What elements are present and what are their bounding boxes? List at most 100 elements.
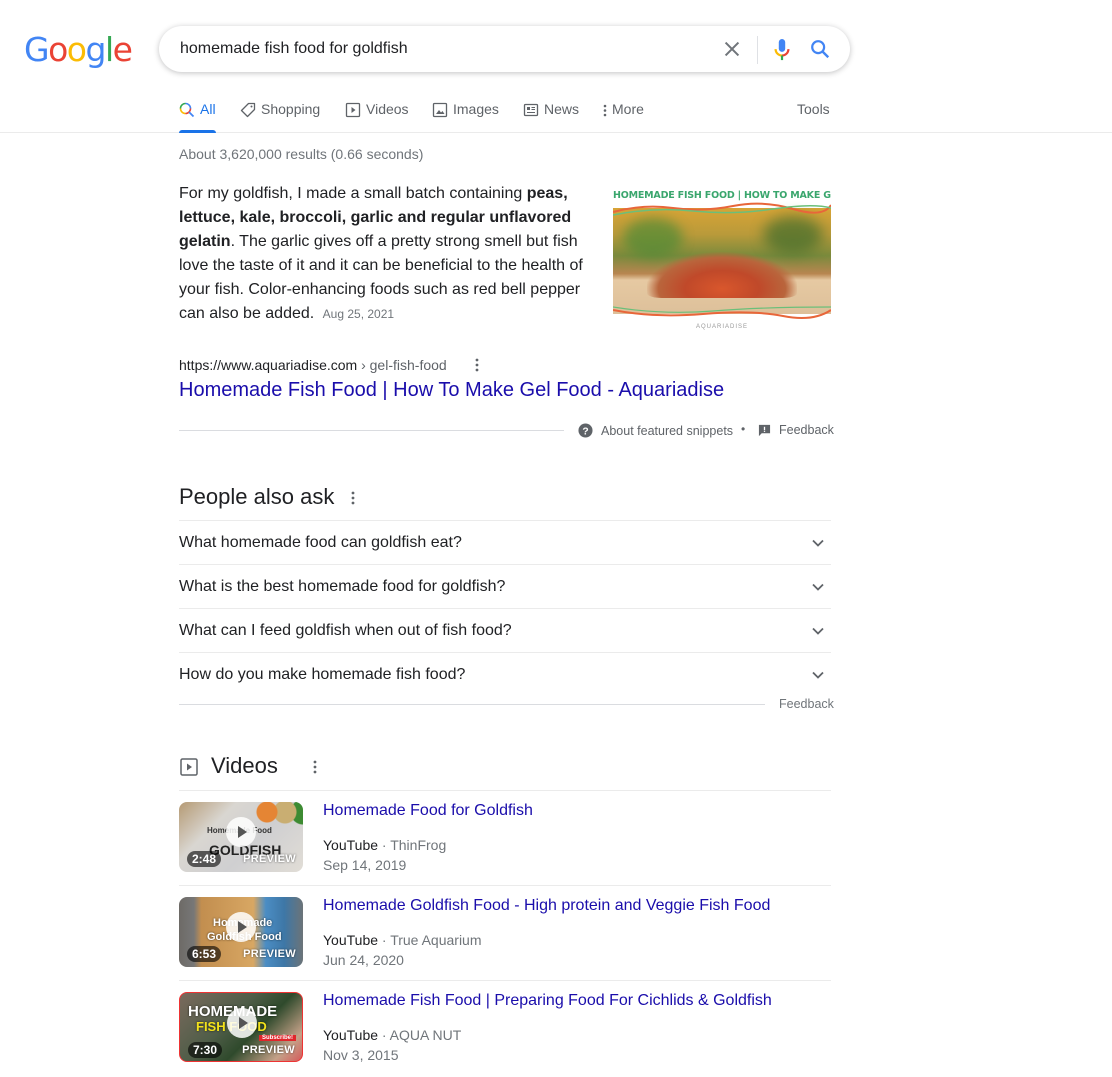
tab-label: Images	[453, 101, 499, 117]
tab-shopping[interactable]: Shopping	[240, 90, 320, 132]
result-url[interactable]: https://www.aquariadise.com › gel-fish-f…	[179, 357, 447, 373]
video-platform: YouTube	[323, 837, 379, 853]
video-result[interactable]: HOMEMADE FISH FOOD Subscribe! 7:30 PREVI…	[179, 980, 831, 1075]
logo-letter: G	[24, 30, 50, 69]
decorative-wave	[613, 306, 831, 319]
video-results: Homemade Food GOLDFISH 2:48 PREVIEW Home…	[179, 790, 831, 1075]
videos-heading: Videos	[211, 753, 278, 778]
paa-question[interactable]: How do you make homemade fish food?	[179, 652, 831, 696]
image-icon	[432, 102, 448, 118]
video-result[interactable]: Homemade Goldfish Food 6:53 PREVIEW Home…	[179, 885, 831, 980]
people-also-ask-heading: People also ask	[179, 484, 335, 509]
snippet-image-caption: HOMEMADE FISH FOOD | HOW TO MAKE GEL FOO…	[613, 190, 831, 201]
search-icon	[179, 102, 195, 118]
close-icon[interactable]	[721, 38, 743, 60]
video-result[interactable]: Homemade Food GOLDFISH 2:48 PREVIEW Home…	[179, 790, 831, 885]
video-channel: · ThinFrog	[378, 837, 447, 853]
cite-breadcrumb: › gel-fish-food	[357, 357, 447, 373]
video-date: Jun 24, 2020	[323, 952, 404, 968]
help-icon: ?	[578, 423, 593, 438]
play-icon	[226, 817, 256, 847]
video-source: YouTube · AQUA NUT	[323, 1027, 461, 1043]
video-duration: 7:30	[188, 1042, 223, 1058]
divider	[179, 704, 765, 705]
video-thumbnail[interactable]: Homemade Food GOLDFISH 2:48 PREVIEW	[179, 802, 303, 872]
video-title-link[interactable]: Homemade Goldfish Food - High protein an…	[323, 897, 770, 915]
newspaper-icon	[523, 103, 539, 117]
microphone-icon[interactable]	[771, 37, 793, 63]
video-source: YouTube · True Aquarium	[323, 932, 482, 948]
tab-all[interactable]: All	[179, 90, 216, 133]
logo-letter: g	[85, 30, 106, 69]
about-featured-snippets-link[interactable]: ? About featured snippets	[578, 423, 733, 438]
play-box-icon	[345, 102, 361, 118]
tab-more[interactable]: More	[602, 90, 644, 132]
feedback-label: Feedback	[779, 423, 834, 437]
tab-videos[interactable]: Videos	[345, 90, 409, 132]
chevron-down-icon	[812, 671, 824, 679]
search-input[interactable]	[180, 26, 700, 72]
search-box	[159, 26, 850, 72]
search-tabs: All Shopping Videos Images News More Too…	[0, 90, 1112, 133]
about-snippets-label: About featured snippets	[601, 423, 734, 438]
more-vert-icon[interactable]	[347, 490, 359, 506]
more-vert-icon[interactable]	[309, 759, 321, 775]
tab-label: More	[612, 101, 644, 117]
paa-feedback-button[interactable]: Feedback	[779, 697, 834, 711]
tag-icon	[240, 102, 256, 118]
logo-letter: o	[66, 30, 87, 69]
snippet-date: Aug 25, 2021	[322, 307, 395, 321]
snippet-text-prefix: For my goldfish, I made a small batch co…	[179, 185, 527, 202]
tab-label: Shopping	[261, 101, 321, 117]
snippet-feedback-button[interactable]: Feedback	[758, 423, 834, 437]
tab-news[interactable]: News	[523, 90, 579, 132]
paa-question[interactable]: What can I feed goldfish when out of fis…	[179, 608, 831, 652]
play-box-icon	[180, 758, 198, 776]
chevron-down-icon	[812, 583, 824, 591]
video-channel: · True Aquarium	[378, 932, 482, 948]
thumb-text: Subscribe!	[258, 1035, 296, 1041]
chevron-down-icon	[812, 539, 824, 547]
video-title-link[interactable]: Homemade Food for Goldfish	[323, 802, 533, 820]
video-title-link[interactable]: Homemade Fish Food | Preparing Food For …	[323, 992, 772, 1010]
more-vert-icon	[603, 104, 607, 117]
video-platform: YouTube	[323, 1027, 379, 1043]
featured-result-title-link[interactable]: Homemade Fish Food | How To Make Gel Foo…	[179, 379, 724, 402]
featured-snippet-image[interactable]: HOMEMADE FISH FOOD | HOW TO MAKE GEL FOO…	[613, 184, 831, 338]
separator-dot: •	[741, 422, 746, 436]
paa-question-text: How do you make homemade fish food?	[179, 665, 466, 683]
feedback-icon	[758, 424, 771, 436]
video-channel: · AQUA NUT	[378, 1027, 462, 1043]
tab-label: All	[200, 101, 216, 117]
paa-question-text: What homemade food can goldfish eat?	[179, 533, 462, 551]
preview-label: PREVIEW	[243, 853, 296, 865]
fish-food-photo	[613, 208, 831, 314]
snippet-image-brand: AQUARIADISE	[695, 324, 748, 330]
video-source: YouTube · ThinFrog	[323, 837, 446, 853]
play-icon	[226, 912, 256, 942]
tools-button[interactable]: Tools	[797, 101, 830, 117]
video-date: Nov 3, 2015	[323, 1047, 399, 1063]
search-icon[interactable]	[809, 38, 831, 60]
google-logo[interactable]: Google	[24, 30, 133, 69]
logo-letter: o	[48, 30, 68, 69]
result-stats: About 3,620,000 results (0.66 seconds)	[179, 146, 424, 162]
people-also-ask-list: What homemade food can goldfish eat? Wha…	[179, 520, 831, 696]
chevron-down-icon	[812, 627, 824, 635]
video-platform: YouTube	[323, 932, 379, 948]
tab-images[interactable]: Images	[432, 90, 499, 132]
preview-label: PREVIEW	[242, 1044, 295, 1056]
decorative-wave	[613, 202, 831, 216]
video-duration: 2:48	[187, 851, 222, 867]
play-icon	[227, 1008, 257, 1038]
video-thumbnail[interactable]: HOMEMADE FISH FOOD Subscribe! 7:30 PREVI…	[179, 992, 303, 1062]
more-vert-icon[interactable]	[471, 357, 483, 373]
featured-snippet-text: For my goldfish, I made a small batch co…	[179, 182, 599, 326]
video-thumbnail[interactable]: Homemade Goldfish Food 6:53 PREVIEW	[179, 897, 303, 967]
tab-label: News	[544, 101, 580, 117]
paa-question[interactable]: What is the best homemade food for goldf…	[179, 564, 831, 608]
search-divider	[757, 36, 758, 64]
paa-question[interactable]: What homemade food can goldfish eat?	[179, 520, 831, 564]
logo-letter: l	[104, 30, 114, 69]
video-date: Sep 14, 2019	[323, 857, 407, 873]
